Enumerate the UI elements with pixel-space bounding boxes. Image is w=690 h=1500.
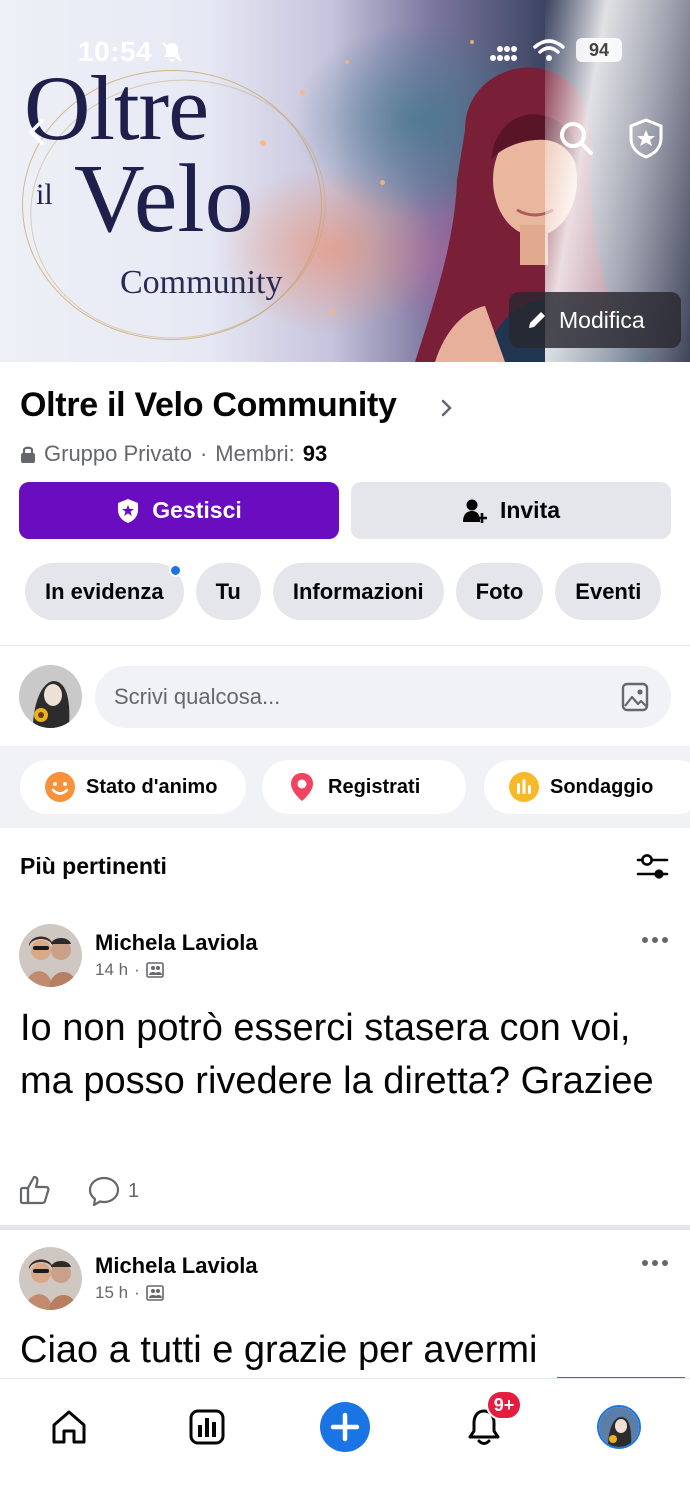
manage-group-label: Gestisci (152, 497, 242, 523)
tab-label: In evidenza (45, 578, 164, 604)
nav-create[interactable] (315, 1397, 375, 1457)
post-text: Io non potrò esserci stasera con voi, ma… (20, 1007, 654, 1102)
manage-group-button[interactable]: Gestisci (19, 482, 339, 539)
like-thumbs-up-icon[interactable] (19, 1175, 50, 1205)
post-time[interactable]: 14 h (95, 960, 128, 980)
group-privacy: Gruppo Privato (44, 441, 192, 466)
members-label: Membri: (215, 441, 295, 466)
wifi-icon (533, 39, 565, 61)
author-avatar-image (19, 1247, 82, 1310)
group-name[interactable]: Oltre il Velo Community (20, 386, 397, 425)
tab-eventi[interactable]: Eventi (555, 563, 662, 620)
cover-decoration (330, 310, 335, 315)
feed-sort-label: Più pertinenti (20, 853, 167, 879)
action-label: Registrati (328, 775, 421, 798)
more-options-icon[interactable] (641, 1258, 669, 1268)
nav-insights[interactable] (177, 1397, 237, 1457)
members-count[interactable]: 93 (303, 441, 327, 467)
poll-button[interactable]: Sondaggio (484, 760, 690, 814)
post-meta: 14 h · (95, 960, 164, 980)
nav-profile[interactable] (589, 1397, 649, 1457)
back-arrow-icon[interactable] (24, 118, 52, 146)
divider (0, 645, 690, 646)
action-label: Sondaggio (550, 775, 654, 798)
cover-decoration (300, 90, 305, 95)
comment-icon[interactable] (88, 1176, 120, 1206)
new-content-dot (168, 564, 182, 577)
home-icon (52, 1410, 86, 1444)
admin-shield-icon[interactable] (624, 116, 668, 160)
tab-label: Eventi (575, 578, 642, 604)
status-bar: 10:54 94 (0, 30, 690, 74)
poll-icon (509, 772, 539, 802)
notifications-badge: 9+ (486, 1390, 522, 1420)
meta-separator: · (134, 960, 140, 979)
tab-informazioni[interactable]: Informazioni (272, 563, 444, 620)
user-avatar-image (599, 1407, 639, 1447)
tab-label: Tu (215, 578, 241, 604)
avatar[interactable] (19, 1247, 82, 1310)
action-label: Stato d'animo (86, 775, 218, 798)
avatar (597, 1405, 641, 1449)
filter-sliders-icon[interactable] (636, 853, 669, 881)
post-composer-input[interactable]: Scrivi qualcosa... (95, 666, 671, 728)
avatar[interactable] (19, 924, 82, 987)
insights-chart-icon (189, 1409, 225, 1445)
photo-icon[interactable] (621, 682, 649, 712)
author-avatar-image (19, 924, 82, 987)
cover-title-line2: Velo (74, 145, 254, 253)
cover-title-line3: Community (120, 264, 283, 301)
invite-button[interactable]: Invita (351, 482, 671, 539)
create-post-button (320, 1402, 370, 1452)
meta-separator: · (199, 441, 208, 466)
nav-home[interactable] (39, 1397, 99, 1457)
comment-count[interactable]: 1 (128, 1180, 139, 1203)
user-avatar-image (19, 665, 82, 728)
chevron-right-icon[interactable] (440, 398, 454, 418)
post-author[interactable]: Michela Laviola (95, 930, 258, 956)
group-meta: Gruppo Privato · Membri: 93 (20, 441, 327, 467)
edit-cover-button[interactable]: Modifica (509, 292, 681, 348)
divider (0, 1225, 690, 1230)
group-tabs: In evidenza Tu Informazioni Foto Eventi (25, 563, 662, 620)
pencil-icon (529, 312, 545, 328)
search-icon[interactable] (556, 118, 596, 158)
post-author[interactable]: Michela Laviola (95, 1253, 258, 1279)
cover-title-il: il (36, 178, 53, 211)
tab-label: Foto (475, 578, 524, 604)
cover-photo: Oltre il Velo Community 10:54 94 Modific… (0, 0, 690, 362)
tab-foto[interactable]: Foto (455, 563, 544, 620)
admin-shield-icon (118, 498, 139, 523)
tab-in-evidenza[interactable]: In evidenza (25, 563, 184, 620)
post-time[interactable]: 15 h (95, 1283, 128, 1303)
bell-muted-icon (162, 42, 182, 62)
feeling-activity-button[interactable]: Stato d'animo (20, 760, 246, 814)
post-text: Ciao a tutti e grazie per avermi (20, 1329, 538, 1371)
bottom-nav (0, 1378, 690, 1500)
status-time: 10:54 (78, 36, 153, 67)
meta-separator: · (134, 1283, 140, 1302)
invite-label: Invita (499, 497, 561, 523)
post-actions-bar: Stato d'animo Registrati Sondaggio (0, 746, 690, 828)
more-options-icon[interactable] (641, 935, 669, 945)
group-audience-icon (145, 962, 164, 978)
tab-label: Informazioni (292, 578, 424, 604)
lock-icon (21, 446, 35, 463)
cellular-signal-icon (490, 46, 517, 61)
avatar[interactable] (19, 665, 82, 728)
edit-cover-label: Modifica (559, 306, 645, 333)
location-pin-icon (291, 773, 313, 801)
battery-level: 94 (576, 38, 622, 62)
add-person-icon (462, 499, 487, 523)
group-audience-icon (145, 1285, 164, 1301)
check-in-button[interactable]: Registrati (262, 760, 466, 814)
tab-tu[interactable]: Tu (195, 563, 261, 620)
post-meta: 15 h · (95, 1283, 164, 1303)
plus-icon (330, 1412, 360, 1442)
cover-decoration (380, 180, 385, 185)
smiley-icon (45, 772, 75, 802)
composer-placeholder: Scrivi qualcosa... (114, 684, 281, 709)
